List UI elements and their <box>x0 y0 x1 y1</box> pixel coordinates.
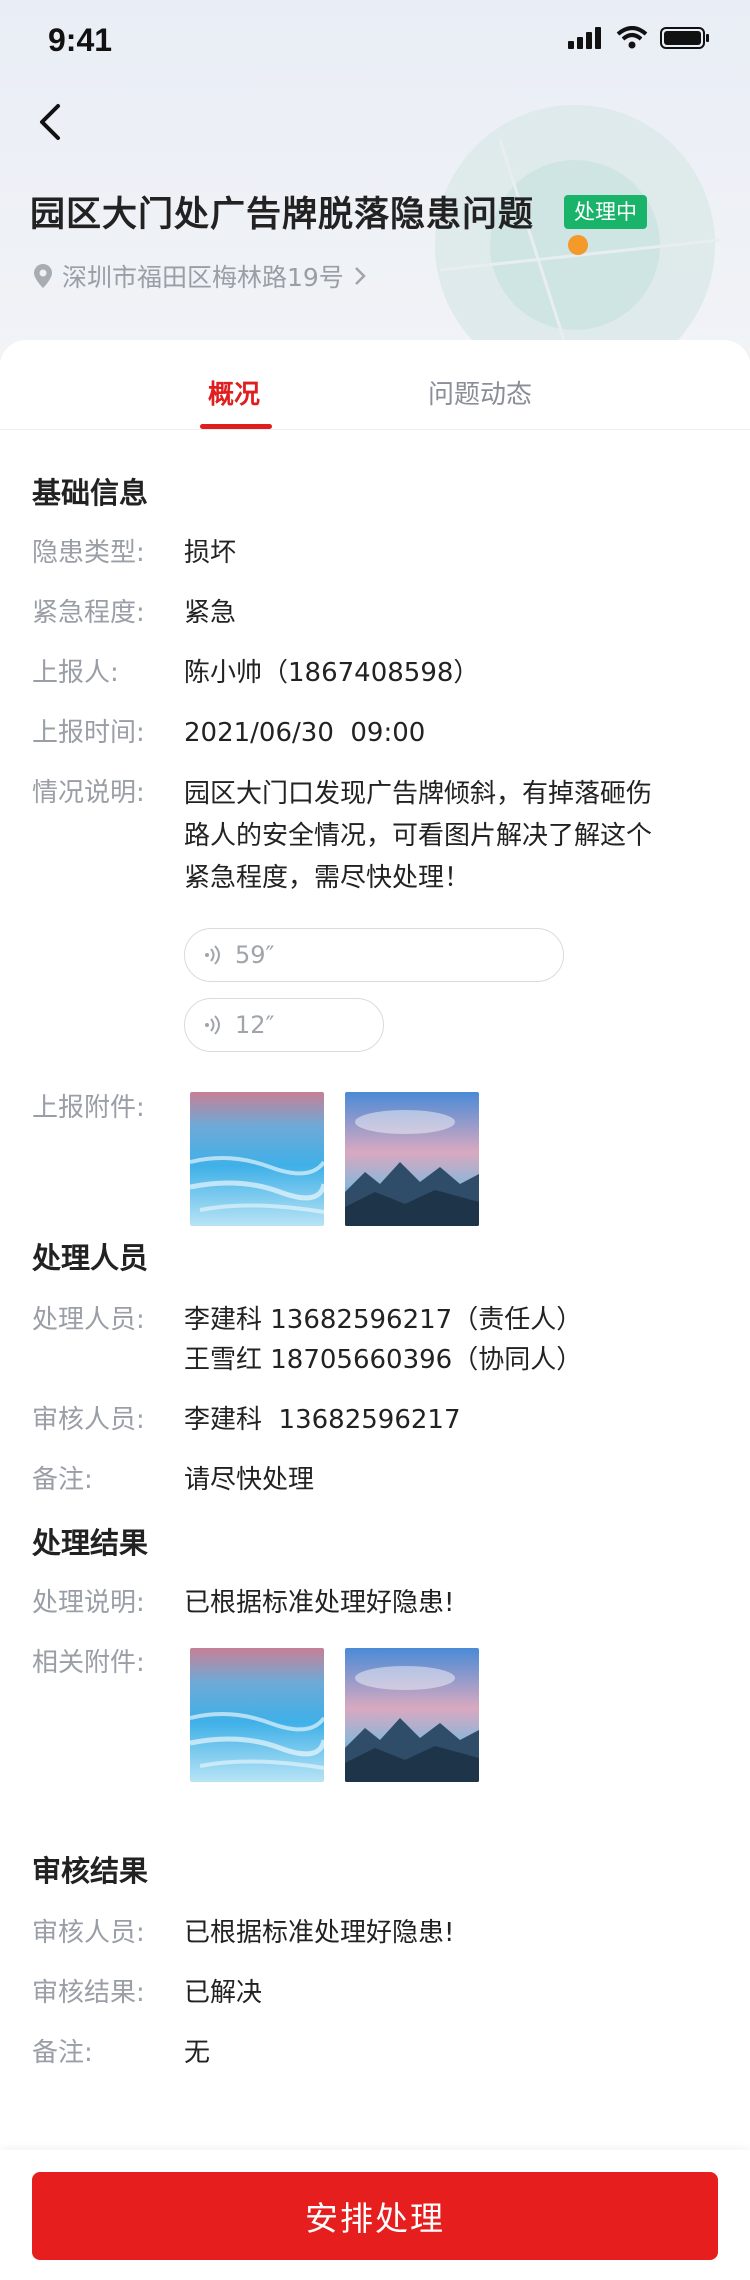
review-reviewer-row: 审核人员: 已根据标准处理好隐患! <box>32 1913 454 1953</box>
result-attachments-row: 相关附件: <box>32 1643 184 1683</box>
hazard-type-label: 隐患类型: <box>32 538 145 568</box>
battery-icon <box>660 27 709 49</box>
description-line: 紧急程度，需尽快处理！ <box>184 863 471 893</box>
description-label: 情况说明: <box>32 778 145 808</box>
urgency-value: 紧急 <box>184 598 237 628</box>
reporter-value: 陈小帅（1867408598） <box>184 658 480 688</box>
handler-values: 李建科 13682596217（责任人） 王雪红 18705660396（协同人… <box>184 1300 582 1380</box>
description-line: 园区大门口发现广告牌倾斜，有掉落砸伤 <box>184 779 653 809</box>
handlers-title: 处理人员 <box>32 1241 149 1275</box>
bottom-action-bar: 安排处理 <box>0 2150 750 2280</box>
result-image-1[interactable] <box>190 1648 324 1782</box>
status-badge: 处理中 <box>564 194 648 229</box>
review-title: 审核结果 <box>32 1854 149 1888</box>
review-result-label: 审核结果: <box>32 1978 145 2008</box>
report-time-label: 上报时间: <box>32 718 145 748</box>
result-desc-value: 已根据标准处理好隐患! <box>184 1588 455 1618</box>
page-title: 园区大门处广告牌脱落隐患问题 <box>30 195 535 235</box>
location-link[interactable]: 深圳市福田区梅林路19号 <box>34 258 366 294</box>
voice-duration: 59″ <box>235 941 275 969</box>
tab-issue-activity[interactable]: 问题动态 <box>428 374 532 411</box>
wifi-icon <box>616 26 648 49</box>
hazard-type-row: 隐患类型: 损坏 <box>32 533 236 573</box>
attachment-image-1[interactable] <box>190 1092 324 1226</box>
title-row: 园区大门处广告牌脱落隐患问题 处理中 <box>30 186 648 237</box>
review-reviewer-value: 已根据标准处理好隐患! <box>184 1918 455 1948</box>
handler-collaborator: 王雪红 18705660396（协同人） <box>184 1345 583 1375</box>
handler-note-label: 备注: <box>32 1465 93 1495</box>
result-image-2[interactable] <box>345 1648 479 1782</box>
hazard-type-value: 损坏 <box>184 538 237 568</box>
chevron-right-icon <box>354 267 366 285</box>
result-title: 处理结果 <box>32 1526 149 1560</box>
handler-label: 处理人员: <box>32 1305 145 1335</box>
basic-info-title: 基础信息 <box>32 476 149 510</box>
voice-wave-icon <box>205 945 220 965</box>
result-attachments-label: 相关附件: <box>32 1648 145 1678</box>
urgency-row: 紧急程度: 紧急 <box>32 593 236 633</box>
description-line: 路人的安全情况，可看图片解决了解这个 <box>184 821 653 851</box>
status-icons <box>568 26 710 50</box>
status-time: 9:41 <box>48 22 113 58</box>
handler-row: 处理人员: 李建科 13682596217（责任人） 王雪红 187056603… <box>32 1300 582 1380</box>
signal-icon <box>568 27 601 49</box>
handler-note-row: 备注: 请尽快处理 <box>32 1460 314 1500</box>
header: 9:41 园区大门处广告牌脱落隐患问题 处理中 深圳市福田区梅林路19号 <box>0 0 750 360</box>
arrange-handling-button[interactable]: 安排处理 <box>32 2172 718 2260</box>
reporter-label: 上报人: <box>32 658 119 688</box>
reporter-row: 上报人: 陈小帅（1867408598） <box>32 653 479 693</box>
report-time-row: 上报时间: 2021/06/30 09:00 <box>32 713 425 753</box>
handler-reviewer-label: 审核人员: <box>32 1405 145 1435</box>
result-desc-row: 处理说明: 已根据标准处理好隐患! <box>32 1583 454 1623</box>
location-pin-icon <box>34 264 52 288</box>
tab-bar: 概况 问题动态 <box>0 340 750 430</box>
content-card: 概况 问题动态 基础信息 隐患类型: 损坏 紧急程度: 紧急 上报人: 陈小帅（… <box>0 340 750 2280</box>
report-attachments-label: 上报附件: <box>32 1093 145 1123</box>
report-attachments-row: 上报附件: <box>32 1088 184 1128</box>
result-desc-label: 处理说明: <box>32 1588 145 1618</box>
review-result-value: 已解决 <box>184 1978 263 2008</box>
handler-reviewer-row: 审核人员: 李建科 13682596217 <box>32 1400 461 1440</box>
tab-active-indicator <box>200 424 272 429</box>
report-time-value: 2021/06/30 09:00 <box>184 718 426 748</box>
review-note-label: 备注: <box>32 2038 93 2068</box>
description-row: 情况说明: 园区大门口发现广告牌倾斜，有掉落砸伤 路人的安全情况，可看图片解决了… <box>32 773 704 899</box>
status-bar: 9:41 <box>0 0 750 88</box>
tab-overview[interactable]: 概况 <box>208 374 260 411</box>
description-text: 园区大门口发现广告牌倾斜，有掉落砸伤 路人的安全情况，可看图片解决了解这个 紧急… <box>184 773 704 899</box>
location-text: 深圳市福田区梅林路19号 <box>62 263 344 292</box>
handler-responsible: 李建科 13682596217（责任人） <box>184 1305 583 1335</box>
handler-reviewer-value: 李建科 13682596217 <box>184 1405 461 1435</box>
urgency-label: 紧急程度: <box>32 598 145 628</box>
back-icon[interactable] <box>30 100 74 144</box>
voice-message-2[interactable]: 12″ <box>184 998 384 1052</box>
voice-wave-icon <box>205 1015 220 1035</box>
review-note-row: 备注: 无 <box>32 2033 210 2073</box>
voice-duration: 12″ <box>235 1011 275 1039</box>
review-reviewer-label: 审核人员: <box>32 1918 145 1948</box>
attachment-image-2[interactable] <box>345 1092 479 1226</box>
review-note-value: 无 <box>184 2038 211 2068</box>
handler-note-value: 请尽快处理 <box>184 1465 315 1495</box>
voice-message-1[interactable]: 59″ <box>184 928 564 982</box>
review-result-row: 审核结果: 已解决 <box>32 1973 262 2013</box>
page: 9:41 园区大门处广告牌脱落隐患问题 处理中 深圳市福田区梅林路19号 概况 … <box>0 0 750 2280</box>
